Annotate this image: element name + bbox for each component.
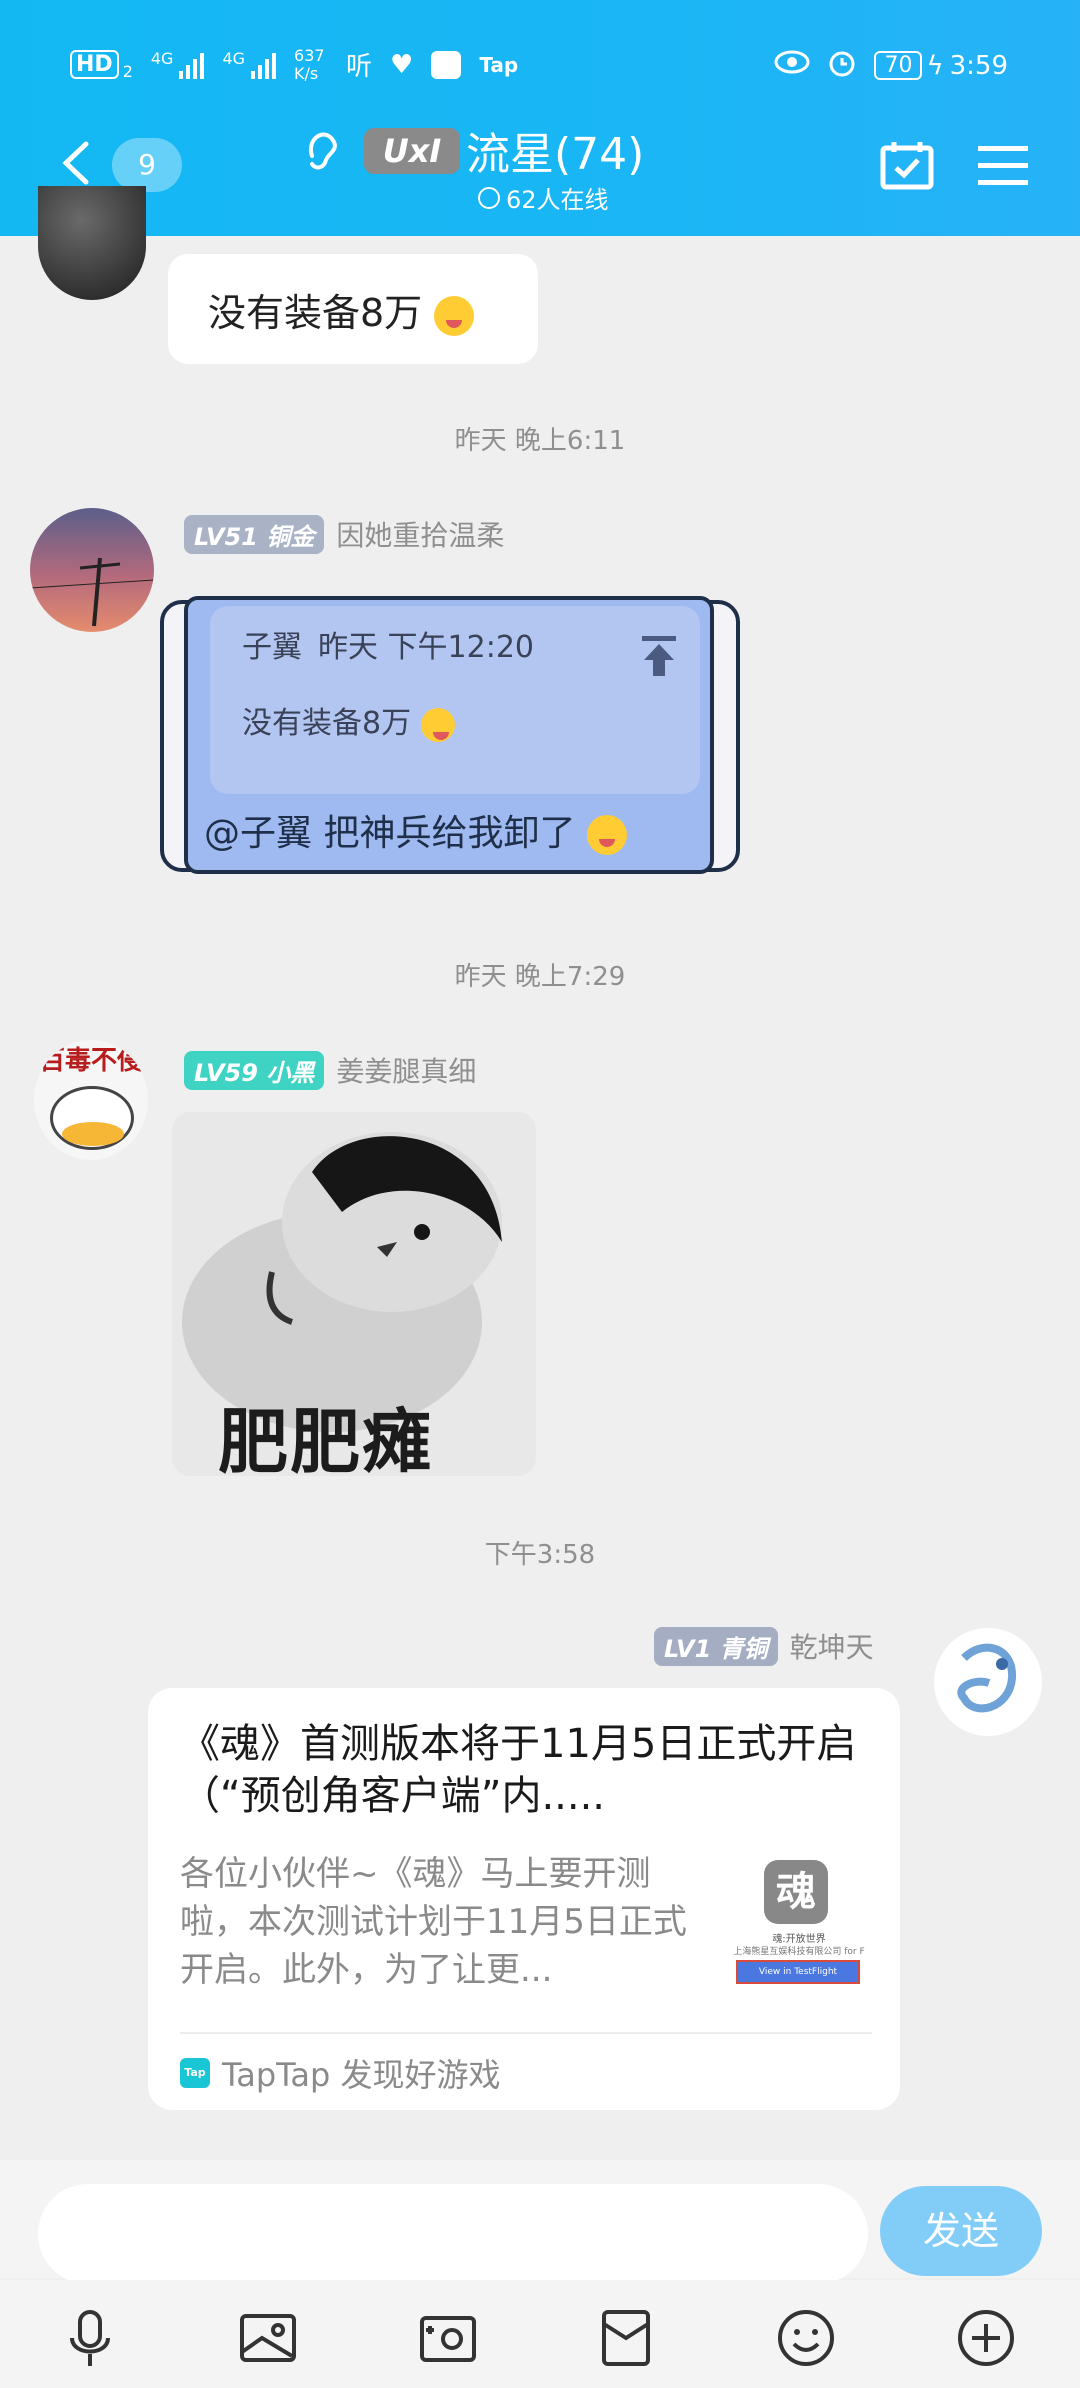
calendar-check-icon[interactable]: [880, 140, 934, 190]
sticker-caption: 肥肥瘫: [218, 1401, 434, 1476]
charging-icon: ϟ: [926, 50, 944, 81]
card-thumbnail: 魂 魂:开放世界 上海熊星互娱科技有限公司 for F View in Test…: [724, 1854, 874, 2000]
testflight-button: View in TestFlight: [736, 1960, 860, 1984]
yummy-emoji-icon: [420, 707, 455, 742]
clock: 3:59: [949, 50, 1008, 81]
send-button[interactable]: 发送: [880, 2186, 1042, 2276]
menu-icon[interactable]: [978, 146, 1028, 186]
angry-emoji-icon: [586, 815, 627, 855]
message-text: 没有装备8万: [208, 291, 423, 335]
quote-time: 昨天 下午12:20: [318, 630, 534, 665]
quote-author: 子翼: [242, 630, 302, 665]
network-speed: 637 K/s: [294, 45, 325, 83]
game-logo: 魂: [764, 1860, 828, 1924]
alarm-icon: [826, 46, 858, 85]
online-count: 62人在线: [478, 180, 609, 215]
eye-icon: [774, 50, 810, 81]
jump-to-top-icon[interactable]: [640, 636, 678, 676]
timestamp: 下午3:58: [484, 1540, 596, 1570]
level-badge: LV1 青铜: [654, 1626, 778, 1666]
signal-icon: [179, 51, 205, 79]
card-description: 各位小伙伴~《魂》马上要开测啦，本次测试计划于11月5日正式开启。此外，为了让更…: [180, 1854, 687, 1990]
quote-text: 没有装备8万: [242, 706, 412, 741]
plus-icon[interactable]: [956, 2308, 1016, 2368]
sender-line: LV59 小黑 姜姜腿真细: [184, 1050, 476, 1090]
card-title: 《魂》首测版本将于11月5日正式开启（“预创角客户端”内.....: [180, 1721, 857, 1819]
image-icon[interactable]: [238, 2308, 298, 2368]
camera-icon[interactable]: [418, 2308, 478, 2368]
avatar[interactable]: [38, 186, 146, 300]
avatar[interactable]: [30, 508, 154, 632]
message-input[interactable]: [38, 2184, 868, 2284]
quoted-message[interactable]: 子翼 昨天 下午12:20 没有装备8万: [242, 622, 672, 742]
avatar[interactable]: [934, 1628, 1042, 1736]
level-badge: LV51 铜金: [184, 514, 325, 554]
online-icon: [478, 186, 500, 209]
sender-name[interactable]: 姜姜腿真细: [336, 1050, 476, 1090]
ear-icon[interactable]: [304, 128, 338, 182]
timestamp: 昨天 晚上7:29: [454, 962, 626, 992]
group-logo: UxI: [364, 128, 460, 174]
utility-pole-icon: [30, 557, 154, 627]
bag-app-icon: [431, 50, 462, 79]
back-icon[interactable]: [58, 140, 94, 186]
toolbar: [0, 2280, 1080, 2388]
group-title[interactable]: 流星(74): [466, 118, 644, 182]
sticker-message[interactable]: 肥肥瘫: [172, 1112, 536, 1476]
yummy-emoji-icon: [434, 295, 475, 336]
link-card[interactable]: 《魂》首测版本将于11月5日正式开启（“预创角客户端”内..... 各位小伙伴~…: [148, 1688, 900, 2110]
chat-header: HD 2 4G 4G 637 K/s 听 ♥ Tap 70 ϟ 3:59 9 U…: [0, 0, 1080, 236]
dragon-icon: [957, 1643, 1017, 1713]
avatar[interactable]: 百毒不侵: [34, 1040, 148, 1160]
sender-line: LV51 铜金 因她重拾温柔: [184, 514, 504, 554]
message-bubble[interactable]: 没有装备8万: [168, 254, 538, 364]
card-divider: [180, 2032, 872, 2034]
hd-badge: HD: [70, 50, 119, 79]
sender-name[interactable]: 乾坤天: [790, 1626, 874, 1666]
status-bar: HD 2 4G 4G 637 K/s 听 ♥ Tap 70 ϟ 3:59: [0, 40, 1080, 90]
avatar-text: 百毒不侵: [38, 1046, 143, 1076]
scroll-bubble[interactable]: 子翼 昨天 下午12:20 没有装备8万 @子翼 把神兵给我卸了: [160, 592, 740, 878]
sender-line: LV1 青铜 乾坤天: [654, 1626, 874, 1666]
message-text: @子翼 把神兵给我卸了: [204, 804, 627, 856]
unread-count-badge[interactable]: 9: [112, 138, 182, 192]
taptap-icon: Tap: [180, 2058, 210, 2088]
timestamp: 昨天 晚上6:11: [454, 426, 626, 456]
duck-beak-icon: [62, 1122, 124, 1146]
level-badge: LV59 小黑: [184, 1050, 325, 1090]
battery-icon: 70: [874, 51, 923, 80]
tap-app-icon: Tap: [479, 52, 519, 77]
ting-app-icon: 听: [346, 52, 373, 82]
emoji-icon[interactable]: [776, 2308, 836, 2368]
card-source: Tap TapTap 发现好游戏: [180, 2050, 501, 2096]
sender-name[interactable]: 因她重拾温柔: [336, 514, 504, 554]
signal-icon: [251, 51, 277, 79]
red-packet-icon[interactable]: [596, 2308, 656, 2368]
heart-app-icon: ♥: [390, 49, 414, 80]
microphone-icon[interactable]: [60, 2308, 120, 2368]
